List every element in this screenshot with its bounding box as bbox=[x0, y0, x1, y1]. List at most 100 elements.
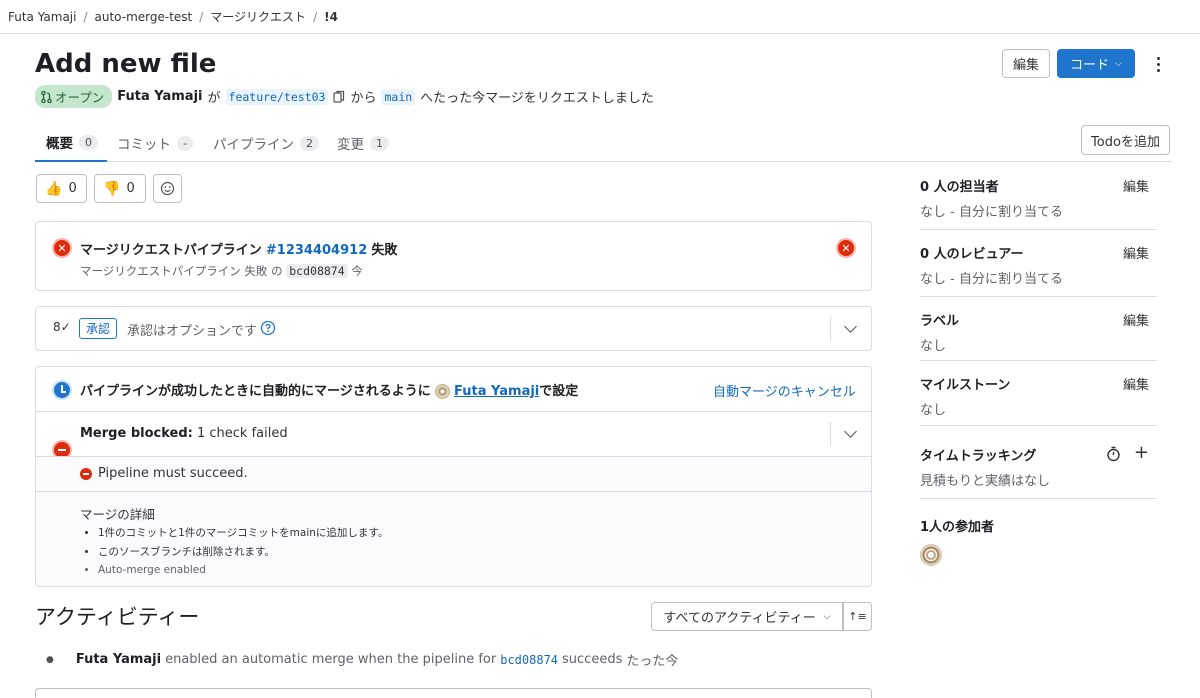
sidebar-reviewers: 0 人のレビュアー 編集 なし - 自分に割り当てる bbox=[920, 243, 1157, 287]
breadcrumb-merge-requests[interactable]: マージリクエスト bbox=[210, 8, 306, 25]
more-actions-icon[interactable] bbox=[1148, 52, 1168, 76]
activity-user[interactable]: Futa Yamaji bbox=[76, 652, 161, 667]
sidebar-assignees: 0 人の担当者 編集 なし - 自分に割り当てる bbox=[920, 176, 1157, 220]
tab-commits[interactable]: コミット - bbox=[117, 124, 193, 162]
participants-title: 1人の参加者 bbox=[920, 520, 995, 535]
add-reaction-button[interactable] bbox=[153, 174, 182, 203]
tab-count: 2 bbox=[300, 135, 319, 151]
cancel-automerge-link[interactable]: 自動マージのキャンセル bbox=[713, 381, 856, 400]
breadcrumb-separator: / bbox=[83, 9, 88, 24]
pipeline-id-link[interactable]: #1234404912 bbox=[266, 243, 367, 258]
thumbs-up-count: 0 bbox=[68, 181, 77, 196]
user-avatar bbox=[434, 384, 450, 399]
source-branch[interactable]: feature/test03 bbox=[225, 88, 329, 105]
chevron-down-icon[interactable] bbox=[844, 425, 857, 438]
divider bbox=[36, 411, 871, 412]
merge-details-heading: マージの詳細 bbox=[80, 507, 155, 522]
comment-box[interactable] bbox=[35, 688, 872, 698]
breadcrumb-project[interactable]: auto-merge-test bbox=[95, 10, 193, 24]
code-button-label: コード bbox=[1070, 58, 1110, 73]
merge-detail-item: このソースブランチは削除されます。 bbox=[98, 543, 388, 562]
pipeline-time: 今 bbox=[351, 264, 363, 278]
approval-text: 承認はオプションです bbox=[127, 324, 258, 339]
chevron-down-icon: ⌵ bbox=[1115, 58, 1122, 69]
participant-avatar[interactable] bbox=[920, 544, 942, 566]
assignees-title: 0 人の担当者 bbox=[920, 180, 999, 195]
time-tracking-value: 見積もりと実績はなし bbox=[920, 474, 1051, 489]
tab-label: 変更 bbox=[337, 137, 364, 153]
tab-count: 0 bbox=[79, 134, 98, 150]
sidebar-time-tracking: タイムトラッキング + 見積もりと実績はなし bbox=[920, 442, 1157, 489]
author-name[interactable]: Futa Yamaji bbox=[117, 89, 202, 104]
divider bbox=[920, 425, 1157, 426]
automerge-suffix: で設定 bbox=[539, 384, 579, 399]
thumbs-down-button[interactable]: 👎 0 bbox=[94, 174, 146, 203]
breadcrumb-separator: / bbox=[199, 9, 204, 24]
ga-text: が bbox=[207, 91, 221, 106]
labels-value: なし bbox=[920, 339, 947, 354]
pipeline-title-prefix: マージリクエストパイプライン bbox=[80, 243, 262, 258]
activity-filter-dropdown[interactable]: すべてのアクティビティー ⌵ bbox=[651, 602, 843, 631]
reviewers-value[interactable]: なし - 自分に割り当てる bbox=[920, 268, 1157, 287]
add-todo-button[interactable]: Todoを追加 bbox=[1081, 125, 1170, 155]
copy-icon[interactable] bbox=[333, 90, 345, 104]
sidebar-participants: 1人の参加者 bbox=[920, 516, 1157, 566]
help-icon[interactable] bbox=[260, 320, 276, 336]
pipeline-sub-prefix: マージリクエストパイプライン 失敗 の bbox=[80, 264, 283, 278]
thumbs-up-icon: 👍 bbox=[45, 180, 63, 197]
edit-button[interactable]: 編集 bbox=[1002, 49, 1050, 78]
divider bbox=[920, 296, 1157, 297]
check-failed-icon bbox=[80, 467, 92, 480]
assignees-value[interactable]: なし - 自分に割り当てる bbox=[920, 201, 1157, 220]
milestone-edit-button[interactable]: 編集 bbox=[1123, 374, 1149, 393]
approval-widget: 8✓ 承認 承認はオプションです bbox=[35, 306, 872, 351]
chevron-down-icon: ⌵ bbox=[823, 611, 831, 622]
target-branch[interactable]: main bbox=[381, 88, 416, 105]
merge-detail-item: 1件のコミットと1件のマージコミットをmainに追加します。 bbox=[98, 524, 388, 543]
plus-icon[interactable]: + bbox=[1134, 442, 1149, 463]
breadcrumb-mr-id[interactable]: !4 bbox=[324, 10, 338, 24]
tab-overview[interactable]: 概要 0 bbox=[35, 124, 107, 162]
labels-edit-button[interactable]: 編集 bbox=[1123, 310, 1149, 329]
status-badge: オープン bbox=[35, 85, 113, 108]
milestone-title: マイルストーン bbox=[920, 378, 1011, 393]
automerge-user-link[interactable]: Futa Yamaji bbox=[454, 384, 539, 399]
failed-stage-icon[interactable]: ✕ bbox=[838, 240, 854, 256]
tab-pipelines[interactable]: パイプライン 2 bbox=[213, 124, 319, 162]
tab-label: 概要 bbox=[46, 136, 73, 152]
tab-count: - bbox=[177, 135, 193, 151]
automerge-text: パイプラインが成功したときに自動的にマージされるように Futa Yamajiで… bbox=[80, 380, 578, 399]
assignees-edit-button[interactable]: 編集 bbox=[1123, 176, 1149, 195]
stopwatch-icon[interactable] bbox=[1106, 446, 1121, 462]
merge-blocked-detail: 1 check failed bbox=[196, 426, 288, 441]
code-dropdown-button[interactable]: コード ⌵ bbox=[1057, 49, 1135, 78]
reviewers-edit-button[interactable]: 編集 bbox=[1123, 243, 1149, 262]
activity-time: たった今 bbox=[626, 654, 679, 669]
merge-widget: パイプラインが成功したときに自動的にマージされるように Futa Yamajiで… bbox=[35, 366, 872, 587]
activity-suffix: succeeds bbox=[562, 652, 623, 667]
merge-detail-item: Auto-merge enabled bbox=[98, 561, 388, 580]
merge-blocked-text: Merge blocked: 1 check failed bbox=[80, 426, 288, 441]
breadcrumb-user[interactable]: Futa Yamaji bbox=[8, 10, 76, 24]
divider bbox=[920, 498, 1157, 499]
approval-badge: 承認 bbox=[79, 318, 118, 339]
mr-tabs: 概要 0 コミット - パイプライン 2 変更 1 bbox=[35, 124, 1172, 162]
pipeline-commit[interactable]: bcd08874 bbox=[286, 264, 348, 278]
merge-request-icon bbox=[41, 90, 52, 103]
labels-title: ラベル bbox=[920, 314, 960, 329]
thumbs-up-button[interactable]: 👍 0 bbox=[36, 174, 87, 203]
check-text: Pipeline must succeed. bbox=[98, 466, 248, 481]
pipeline-title: マージリクエストパイプライン #1234404912 失敗 bbox=[80, 239, 397, 258]
sidebar-milestone: マイルストーン 編集 なし bbox=[920, 374, 1157, 418]
sort-order-icon[interactable]: ↑≡ bbox=[843, 602, 872, 631]
pipeline-subtitle: マージリクエストパイプライン 失敗 の bcd08874 今 bbox=[80, 263, 363, 279]
activity-commit[interactable]: bcd08874 bbox=[500, 653, 558, 667]
smiley-icon bbox=[160, 181, 175, 196]
automerge-prefix: パイプラインが成功したときに自動的にマージされるように bbox=[80, 384, 431, 399]
tab-changes[interactable]: 変更 1 bbox=[337, 124, 389, 162]
pipeline-widget: ✕ マージリクエストパイプライン #1234404912 失敗 マージリクエスト… bbox=[35, 221, 872, 291]
divider bbox=[36, 491, 871, 492]
check-row: Pipeline must succeed. bbox=[80, 466, 248, 481]
milestone-value: なし bbox=[920, 403, 947, 418]
chevron-down-icon[interactable] bbox=[844, 320, 857, 333]
